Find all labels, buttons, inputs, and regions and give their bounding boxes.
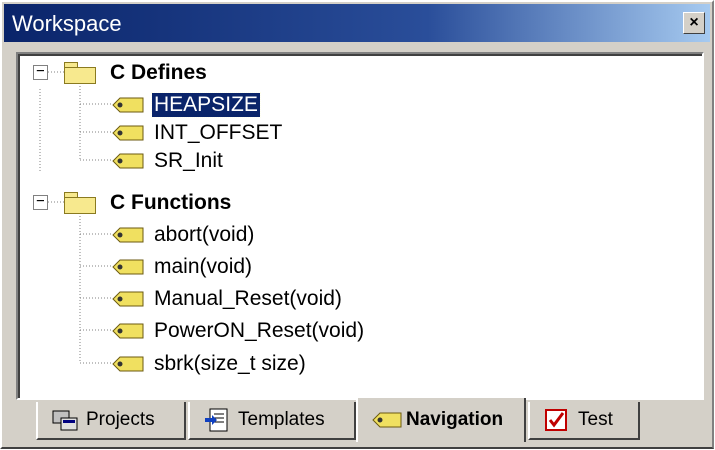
group-label: C Defines [110, 61, 207, 84]
navigation-tag-icon [372, 408, 402, 432]
tab-projects[interactable]: Projects [36, 402, 186, 440]
tab-label: Navigation [406, 409, 504, 430]
tree-item[interactable]: abort(void) [112, 218, 256, 252]
templates-icon [204, 408, 230, 432]
tree-item-label: sbrk(size_t size) [154, 352, 306, 375]
folder-icon [64, 192, 98, 214]
collapse-c-defines-toggle[interactable]: − [33, 64, 48, 80]
tree-item-label: PowerON_Reset(void) [154, 319, 365, 342]
group-label: C Functions [110, 191, 232, 214]
tree-item[interactable]: PowerON_Reset(void) [112, 314, 366, 348]
tree-item[interactable]: Manual_Reset(void) [112, 282, 344, 316]
tree-item-label: HEAPSIZE [151, 92, 261, 118]
tag-icon [112, 227, 144, 243]
tab-label: Templates [238, 409, 325, 430]
tag-icon [112, 323, 144, 339]
tree-item-label: main(void) [154, 255, 253, 278]
tab-label: Projects [86, 409, 155, 430]
navigation-tree[interactable]: − C Defines HEAPSIZE INT_OFFSET SR_Init … [16, 52, 704, 400]
tree-item-label: abort(void) [154, 223, 255, 246]
tab-templates[interactable]: Templates [188, 402, 356, 440]
tree-item-label: INT_OFFSET [154, 121, 283, 144]
folder-icon [64, 62, 98, 84]
tag-icon [112, 153, 144, 169]
tree-item[interactable]: sbrk(size_t size) [112, 347, 308, 381]
tab-label: Test [578, 409, 613, 430]
tree-item-label: Manual_Reset(void) [154, 287, 342, 310]
window-title: Workspace [12, 11, 122, 36]
tag-icon [112, 291, 144, 307]
tag-icon [112, 356, 144, 372]
tree-group-c-functions[interactable]: C Functions [64, 186, 233, 220]
tree-group-c-defines[interactable]: C Defines [64, 56, 209, 90]
tab-test[interactable]: Test [528, 402, 640, 440]
tree-item-label: SR_Init [154, 149, 223, 172]
tag-icon [112, 125, 144, 141]
tree-item[interactable]: main(void) [112, 250, 254, 284]
workspace-tabs: Projects Templates Navigation Test [16, 398, 704, 446]
test-checklist-icon [544, 408, 570, 432]
title-bar[interactable]: Workspace × [4, 4, 710, 42]
collapse-c-functions-toggle[interactable]: − [33, 194, 48, 210]
tab-navigation[interactable]: Navigation [356, 398, 526, 442]
projects-icon [52, 408, 78, 432]
tree-item[interactable]: SR_Init [112, 144, 225, 178]
tag-icon [112, 259, 144, 275]
tag-icon [112, 97, 144, 113]
workspace-window: Workspace × − C Defines HEAPSIZE INT_OFF… [0, 0, 714, 449]
close-button[interactable]: × [683, 12, 705, 34]
